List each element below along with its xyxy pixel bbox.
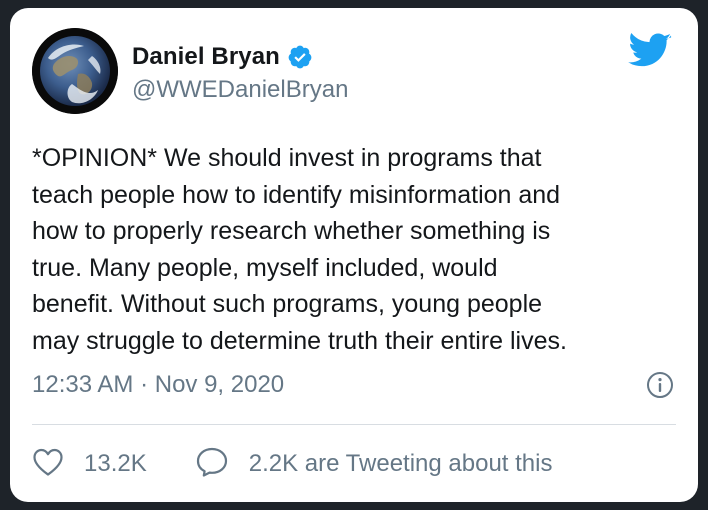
- display-name[interactable]: Daniel Bryan: [132, 43, 280, 71]
- tweet-text: *OPINION* We should invest in programs t…: [32, 140, 682, 359]
- twitter-bird-icon[interactable]: [628, 32, 672, 72]
- tweet-line: how to properly research whether somethi…: [32, 217, 551, 245]
- avatar[interactable]: [32, 28, 118, 114]
- tweet-line: may struggle to determine truth their en…: [32, 326, 567, 355]
- tweeting-about-button[interactable]: 2.2K are Tweeting about this: [195, 446, 553, 483]
- tweeting-about-label: 2.2K are Tweeting about this: [248, 450, 553, 477]
- like-count: 13.2K: [84, 450, 147, 477]
- info-icon[interactable]: [646, 371, 674, 399]
- tweet-actions: 13.2K 2.2K are Tweeting about this: [32, 444, 552, 484]
- speech-bubble-icon: [195, 446, 229, 483]
- tweet-line: benefit. Without such programs, young pe…: [32, 290, 543, 318]
- divider: [32, 424, 676, 425]
- author-name-row: Daniel Bryan: [132, 40, 313, 74]
- tweet-card: Daniel Bryan @WWEDanielBryan *OPINION* W…: [10, 8, 698, 502]
- author-handle[interactable]: @WWEDanielBryan: [132, 76, 348, 104]
- tweet-line: teach people how to identify misinformat…: [32, 180, 561, 209]
- tweet-meta-row: 12:33 AM · Nov 9, 2020: [32, 368, 674, 402]
- tweet-line: true. Many people, myself included, woul…: [32, 253, 498, 282]
- tweet-timestamp[interactable]: 12:33 AM · Nov 9, 2020: [32, 371, 284, 399]
- heart-icon: [32, 447, 64, 482]
- verified-badge-icon: [287, 44, 313, 70]
- earth-avatar-image: [32, 28, 118, 114]
- like-button[interactable]: 13.2K: [32, 447, 147, 482]
- tweet-line: *OPINION* We should invest in programs t…: [32, 144, 542, 172]
